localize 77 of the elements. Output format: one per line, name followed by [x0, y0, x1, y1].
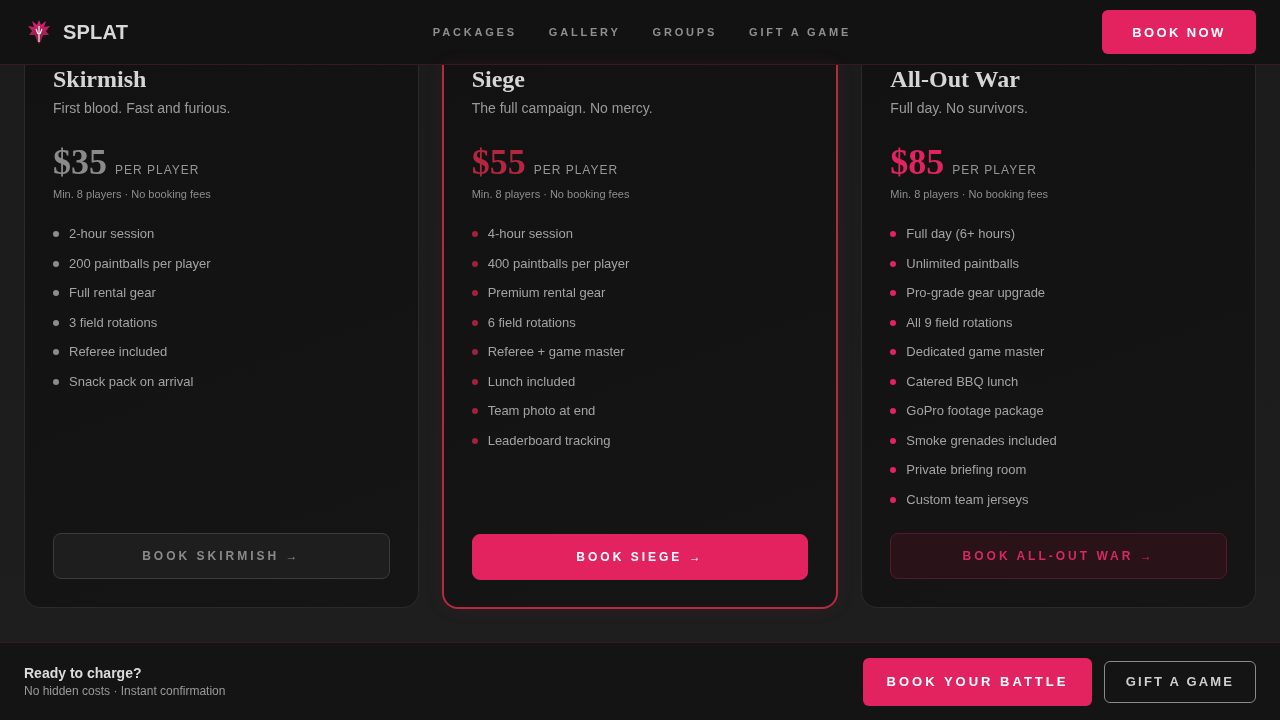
feature-text: 200 paintballs per player	[69, 254, 211, 273]
feature-text: Full day (6+ hours)	[906, 225, 1016, 243]
book-package-button[interactable]: BOOK ALL-OUT WAR →	[890, 533, 1227, 579]
bullet-dot-icon	[890, 467, 897, 473]
bullet-dot-icon	[471, 290, 478, 296]
feature-text: Referee + game master	[487, 343, 625, 361]
package-price: $55	[471, 142, 526, 182]
package-title: All-Out War	[890, 66, 1021, 92]
feature-text: 400 paintballs per player	[487, 254, 630, 273]
bullet-dot-icon	[890, 290, 897, 296]
price-unit: PER PLAYER	[115, 163, 200, 177]
gift-game-button[interactable]: GIFT A GAME	[1104, 660, 1256, 703]
nav-link[interactable]: GIFT A GAME	[749, 26, 852, 38]
feature-text: Smoke grenades included	[906, 431, 1057, 450]
feature-text: Lunch included	[487, 372, 576, 391]
footer-heading: Ready to charge?	[24, 664, 143, 682]
feature-text: Premium rental gear	[487, 284, 606, 302]
bullet-dot-icon	[53, 349, 59, 355]
bullet-dot-icon	[890, 378, 897, 385]
bullet-dot-icon	[471, 437, 478, 444]
package-note: Min. 8 players · No booking fees	[890, 187, 1050, 202]
book-package-button[interactable]: BOOK SIEGE →	[471, 534, 809, 580]
feature-text: Referee included	[69, 343, 168, 361]
book-now-button[interactable]: BOOK NOW	[1102, 10, 1256, 54]
feature-text: Catered BBQ lunch	[906, 372, 1019, 391]
feature-text: Snack pack on arrival	[69, 372, 194, 391]
package-tagline: The full campaign. No mercy.	[471, 99, 654, 118]
bullet-dot-icon	[53, 319, 59, 326]
bullet-dot-icon	[53, 260, 59, 267]
bullet-dot-icon	[471, 408, 478, 414]
feature-text: Full rental gear	[69, 284, 156, 302]
bullet-dot-icon	[890, 437, 897, 444]
package-tagline: First blood. Fast and furious.	[53, 99, 232, 118]
bullet-dot-icon	[471, 349, 478, 355]
package-note: Min. 8 players · No booking fees	[471, 187, 631, 202]
bullet-dot-icon	[890, 260, 897, 267]
bullet-dot-icon	[471, 231, 478, 237]
nav-link[interactable]: PACKAGES	[432, 26, 517, 38]
bullet-dot-icon	[471, 378, 478, 385]
feature-text: Dedicated game master	[906, 343, 1045, 361]
nav-link[interactable]: GROUPS	[652, 26, 718, 38]
feature-text: Unlimited paintballs	[906, 254, 1020, 273]
price-unit: PER PLAYER	[533, 163, 619, 177]
feature-text: Pro-grade gear upgrade	[906, 284, 1046, 302]
bullet-dot-icon	[53, 378, 59, 385]
bullet-dot-icon	[471, 319, 478, 326]
feature-text: 2-hour session	[69, 225, 155, 243]
footer-subtext: No hidden costs · Instant confirmation	[24, 683, 226, 699]
feature-text: Team photo at end	[487, 402, 596, 420]
feature-text: 6 field rotations	[487, 313, 576, 332]
feature-text: Custom team jerseys	[906, 490, 1029, 509]
bullet-dot-icon	[890, 349, 897, 355]
package-title: Siege	[471, 66, 526, 92]
package-tagline: Full day. No survivors.	[890, 99, 1029, 118]
feature-text: Private briefing room	[906, 461, 1027, 479]
feature-text: All 9 field rotations	[906, 313, 1013, 332]
bullet-dot-icon	[471, 260, 478, 267]
bullet-dot-icon	[890, 408, 897, 414]
nav-link[interactable]: GALLERY	[548, 26, 621, 38]
bullet-dot-icon	[890, 231, 897, 237]
price-unit: PER PLAYER	[952, 163, 1037, 177]
spiky-logo-icon	[28, 20, 50, 44]
package-note: Min. 8 players · No booking fees	[53, 187, 212, 202]
book-package-button[interactable]: BOOK SKIRMISH →	[53, 533, 390, 579]
feature-text: Leaderboard tracking	[487, 431, 611, 450]
brand-name: SPLAT	[63, 20, 129, 44]
bullet-dot-icon	[890, 319, 897, 326]
feature-text: 4-hour session	[487, 225, 573, 243]
feature-text: GoPro footage package	[906, 402, 1044, 420]
bullet-dot-icon	[53, 290, 59, 296]
feature-text: 3 field rotations	[69, 313, 158, 332]
bullet-dot-icon	[890, 496, 897, 503]
package-price: $85	[890, 142, 945, 182]
bullet-dot-icon	[53, 231, 59, 237]
package-price: $35	[53, 142, 107, 182]
book-battle-button[interactable]: BOOK YOUR BATTLE	[863, 657, 1092, 706]
package-title: Skirmish	[53, 66, 148, 92]
